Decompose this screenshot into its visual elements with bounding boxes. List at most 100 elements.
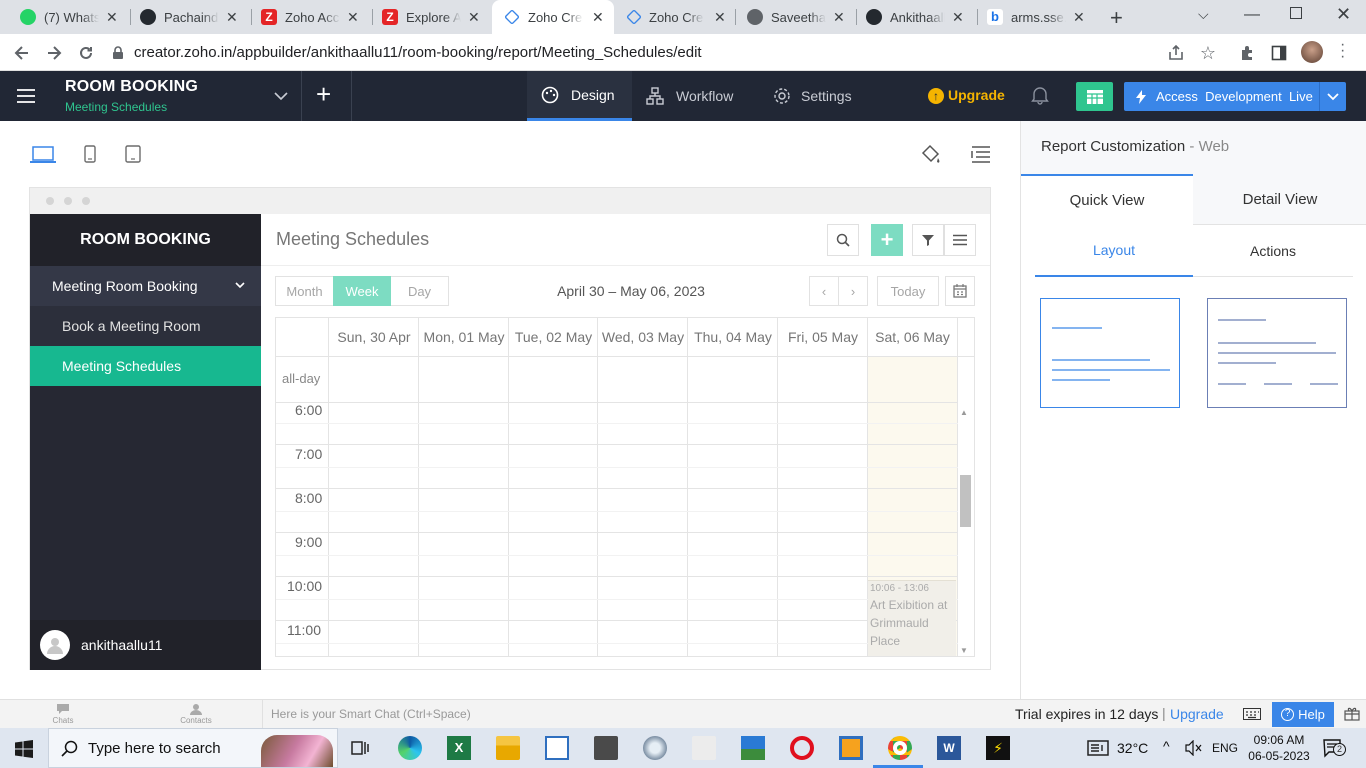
subtab-actions[interactable]: Actions [1193,225,1353,277]
edge-icon[interactable] [398,736,422,760]
tab-design[interactable]: Design [527,71,632,121]
restore-icon[interactable] [1290,7,1302,19]
forward-icon[interactable] [43,42,65,64]
close-icon[interactable]: ✕ [347,9,359,26]
close-icon[interactable]: ✕ [952,9,964,26]
filter-button[interactable] [912,224,944,256]
calendar-picker-button[interactable] [945,276,975,306]
minimize-icon[interactable]: — [1244,6,1260,24]
taskbar-search[interactable]: Type here to search [48,728,338,768]
browser-tab-arms[interactable]: b arms.sse.sa ✕ [967,0,1097,34]
photos-icon[interactable] [741,736,765,760]
scrollbar-thumb[interactable] [960,475,971,527]
clock[interactable]: 09:06 AM 06-05-2023 [1248,732,1310,764]
search-button[interactable] [827,224,859,256]
excel-icon[interactable]: X [447,736,471,760]
tab-detail-view[interactable]: Detail View [1193,174,1366,225]
store-icon[interactable] [692,736,716,760]
tab-search-chevron-icon[interactable]: ⌵ [1198,6,1209,23]
contacts-button[interactable]: Contacts [178,703,214,725]
app-grid-button[interactable] [1076,82,1113,111]
new-tab-icon[interactable]: + [1110,5,1123,31]
desktop-view-icon[interactable] [30,146,56,164]
chevron-down-icon[interactable] [273,88,289,104]
browser-tab-zoho-accounts[interactable]: Z Zoho Accounts ✕ [241,0,371,34]
mobile-view-icon[interactable] [84,145,96,163]
bell-icon[interactable] [1031,85,1049,105]
browser-tab-zoho-creator-active[interactable]: Zoho Creator ✕ [492,0,614,34]
back-icon[interactable] [11,42,33,64]
upgrade-button[interactable]: Upgrade [948,87,1005,103]
bookmark-star-icon[interactable]: ☆ [1197,42,1219,64]
sublime-app-icon[interactable]: ⚡ [986,736,1010,760]
scroll-up-icon[interactable]: ▲ [960,408,968,417]
browser-tab-zoho-creator[interactable]: Zoho Creator ✕ [614,0,734,34]
smart-chat-input[interactable]: Here is your Smart Chat (Ctrl+Space) [271,707,471,721]
browser-tab-explore-all[interactable]: Z Explore All ✕ [362,0,492,34]
chrome-icon[interactable] [888,736,912,760]
sidebar-group-meeting-room-booking[interactable]: Meeting Room Booking [30,266,261,306]
word-icon[interactable]: W [937,736,961,760]
close-icon[interactable]: ✕ [833,9,845,26]
keyboard-icon[interactable] [1243,708,1261,720]
media-icon[interactable] [545,736,569,760]
chevron-down-icon[interactable] [1319,82,1346,111]
tab-settings[interactable]: Settings [773,71,852,121]
task-view-icon[interactable] [348,736,372,760]
browser-tab-whatsapp[interactable]: (7) WhatsApp ✕ [0,0,130,34]
browser-tab-github-1[interactable]: Pachainduk ✕ [120,0,250,34]
browser-menu-icon[interactable]: · · · [1340,37,1345,65]
hamburger-menu-icon[interactable] [17,88,35,104]
window-close-icon[interactable]: ✕ [1336,4,1351,25]
help-button[interactable]: ? Help [1272,702,1334,727]
view-month-button[interactable]: Month [275,276,333,306]
calendar-event[interactable]: 10:06 - 13:06 Art Exibition at Grimmauld… [868,580,956,656]
scroll-down-icon[interactable]: ▼ [960,646,968,655]
close-icon[interactable]: ✕ [592,9,604,26]
notification-center-icon[interactable]: 2 [1323,738,1346,758]
chats-button[interactable]: Chats [50,703,76,725]
close-icon[interactable]: ✕ [714,9,726,26]
subtab-layout[interactable]: Layout [1035,225,1193,277]
language-indicator[interactable]: ENG [1212,741,1238,755]
list-settings-icon[interactable] [970,145,992,163]
upgrade-link[interactable]: Upgrade [1170,706,1224,722]
sidebar-item-meeting-schedules[interactable]: Meeting Schedules [30,346,261,386]
windows-start-icon[interactable] [15,740,33,758]
add-icon[interactable]: + [316,81,331,107]
reload-icon[interactable] [75,42,97,64]
paint-bucket-icon[interactable] [920,144,942,166]
layout-option-2[interactable] [1207,298,1347,408]
profile-avatar[interactable] [1301,41,1323,63]
browser-tab-saveetha[interactable]: Saveetha U ✕ [727,0,857,34]
close-icon[interactable]: ✕ [468,9,480,26]
file-explorer-icon[interactable] [496,736,520,760]
tab-workflow[interactable]: Workflow [646,71,733,121]
close-icon[interactable]: ✕ [1073,9,1085,26]
view-week-button[interactable]: Week [333,276,391,306]
app-title[interactable]: ROOM BOOKING [65,78,198,96]
access-environment-button[interactable]: Access Development Live [1124,82,1346,111]
prev-week-button[interactable]: ‹ [809,276,839,306]
close-icon[interactable]: ✕ [226,9,238,26]
side-panel-icon[interactable] [1268,42,1290,64]
url-field[interactable]: creator.zoho.in/appbuilder/ankithaallu11… [112,37,1232,68]
share-icon[interactable] [1165,42,1187,64]
add-record-button[interactable]: + [871,224,903,256]
more-options-button[interactable] [944,224,976,256]
extensions-icon[interactable] [1236,42,1258,64]
opera-icon[interactable] [790,736,814,760]
sidebar-user[interactable]: ankithaallu11 [30,620,261,670]
chevron-up-icon[interactable]: ^ [1163,738,1170,754]
browser-tab-github-2[interactable]: Ankithaallu ✕ [846,0,976,34]
office-app-icon[interactable] [839,736,863,760]
close-icon[interactable]: ✕ [106,9,118,26]
sidebar-item-book-a-meeting-room[interactable]: Book a Meeting Room [30,306,261,346]
view-day-button[interactable]: Day [391,276,449,306]
gift-icon[interactable] [1344,707,1360,721]
calculator-icon[interactable] [594,736,618,760]
today-button[interactable]: Today [877,276,939,306]
weather-icon[interactable] [1087,740,1109,756]
tablet-view-icon[interactable] [125,145,141,163]
speaker-muted-icon[interactable] [1185,740,1203,756]
